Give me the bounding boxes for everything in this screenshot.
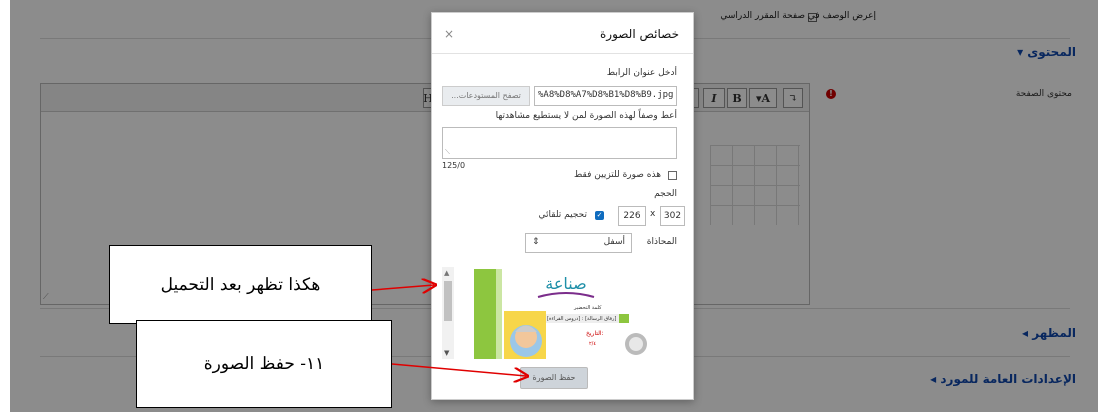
arrow-to-preview <box>371 285 434 290</box>
callout-arrows <box>371 0 1108 412</box>
arrow-to-save-button <box>391 363 526 376</box>
